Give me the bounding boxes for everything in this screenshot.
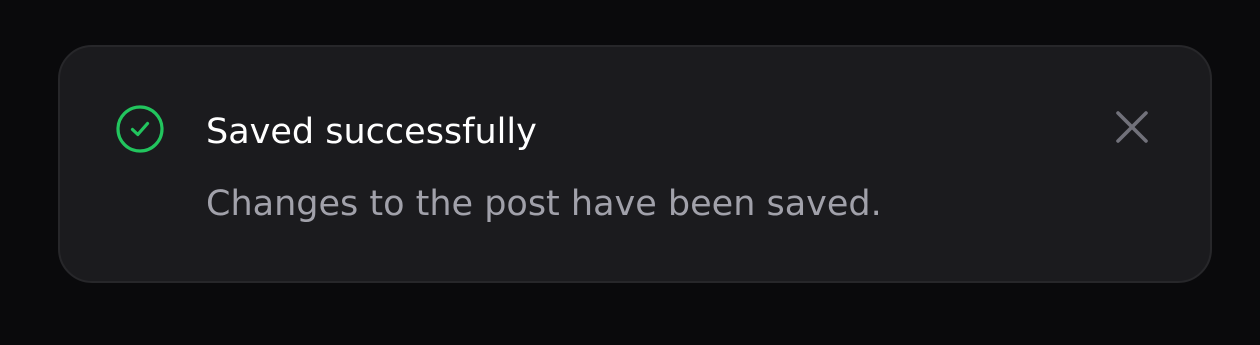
success-toast: Saved successfully Changes to the post h… bbox=[58, 45, 1212, 283]
close-button[interactable] bbox=[1112, 105, 1152, 149]
toast-description: Changes to the post have been saved. bbox=[206, 184, 882, 224]
toast-title: Saved successfully bbox=[206, 112, 537, 152]
close-icon bbox=[1116, 111, 1148, 143]
check-circle-icon bbox=[116, 105, 164, 153]
